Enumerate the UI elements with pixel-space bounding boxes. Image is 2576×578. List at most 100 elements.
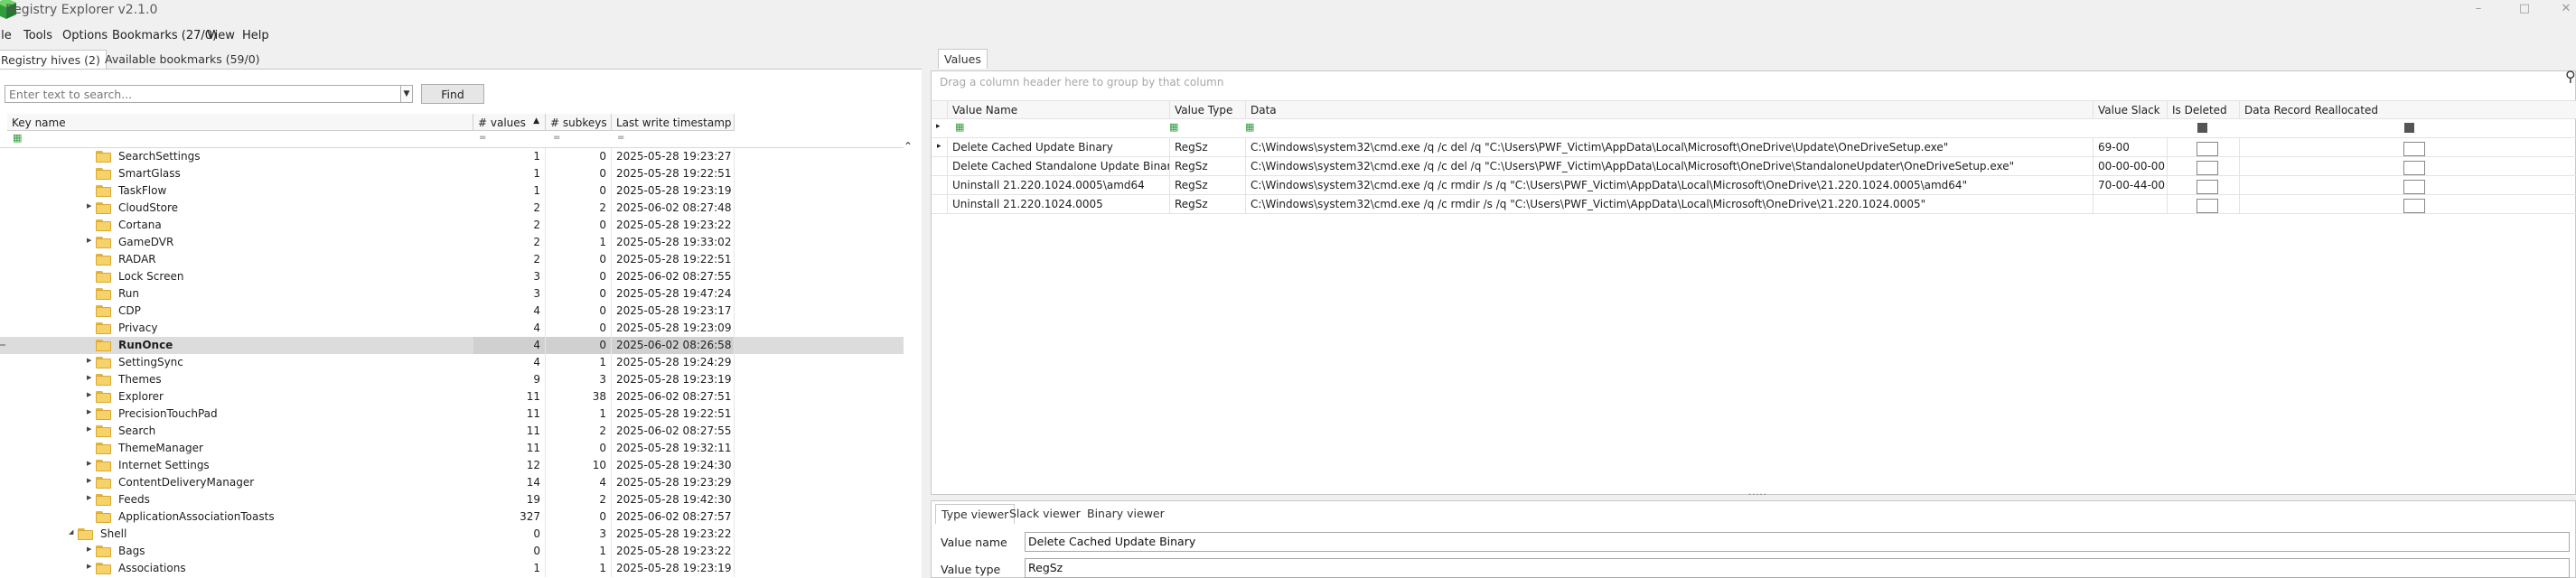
subkey-count: 0	[546, 440, 612, 457]
is-deleted-checkbox[interactable]	[2197, 180, 2218, 194]
row-indicator-header[interactable]	[932, 100, 948, 119]
tree-row[interactable]: ▶ Search 11 2 2025-06-02 08:27:55	[0, 423, 904, 440]
tree-row[interactable]: ▶ GameDVR 2 1 2025-05-28 19:33:02	[0, 234, 904, 251]
tree-row[interactable]: ▶ ContentDeliveryManager 14 4 2025-05-28 19:…	[0, 474, 904, 491]
menu-options[interactable]: Options	[62, 29, 108, 42]
expand-arrow-icon[interactable]: ▶	[87, 237, 91, 244]
row-indicator[interactable]	[932, 157, 948, 176]
expand-arrow-icon[interactable]: ▶	[87, 425, 91, 433]
expand-arrow-icon[interactable]: ▶	[87, 202, 91, 210]
column-header-subkeys[interactable]: # subkeys	[546, 114, 612, 131]
reallocated-checkbox[interactable]	[2403, 142, 2425, 156]
tree-row[interactable]: TaskFlow 1 0 2025-05-28 19:23:19	[0, 182, 904, 200]
filter-checkbox-is-deleted[interactable]	[2197, 123, 2207, 133]
tree-row[interactable]: RunOnce 4 0 2025-06-02 08:26:58	[0, 337, 904, 354]
row-indicator[interactable]	[932, 195, 948, 214]
is-deleted-checkbox[interactable]	[2197, 161, 2218, 175]
tree-row[interactable]: ▶ Feeds 19 2 2025-05-28 19:42:30	[0, 491, 904, 508]
reallocated-checkbox[interactable]	[2403, 180, 2425, 194]
tree-row[interactable]: ThemeManager 11 0 2025-05-28 19:32:11	[0, 440, 904, 457]
expand-arrow-icon[interactable]: ▶	[87, 563, 91, 570]
is-deleted-checkbox[interactable]	[2197, 142, 2218, 156]
expand-arrow-icon[interactable]: ▶	[87, 391, 91, 398]
menu-tools[interactable]: Tools	[23, 29, 52, 42]
tree-row[interactable]: Cortana 2 0 2025-05-28 19:23:22	[0, 217, 904, 234]
column-header-value-slack[interactable]: Value Slack	[2094, 100, 2168, 119]
expand-arrow-icon[interactable]: ▶	[87, 477, 91, 484]
values-row[interactable]: Uninstall 21.220.1024.0005\amd64 RegSz C:\…	[932, 176, 2576, 195]
expand-arrow-icon[interactable]: ▶	[87, 357, 91, 364]
expand-arrow-icon[interactable]: ▶	[87, 545, 91, 553]
value-type-field[interactable]: RegSz	[1025, 558, 2570, 578]
tree-row[interactable]: ApplicationAssociationToasts 327 0 2025-06-…	[0, 508, 904, 526]
values-row[interactable]: Uninstall 21.220.1024.0005 RegSz C:\Window…	[932, 195, 2576, 214]
value-name-field[interactable]: Delete Cached Update Binary	[1025, 532, 2570, 552]
tab-values[interactable]: Values	[938, 49, 988, 69]
menu-bookmarks[interactable]: Bookmarks (27/0)	[112, 29, 217, 42]
find-button[interactable]: Find	[421, 84, 484, 104]
column-header-last-write[interactable]: Last write timestamp	[612, 114, 735, 131]
value-count: 2	[473, 200, 546, 217]
row-indicator[interactable]	[932, 176, 948, 195]
tab-available-bookmarks[interactable]: Available bookmarks (59/0)	[99, 50, 266, 70]
tree-row[interactable]: ▶ Themes 9 3 2025-05-28 19:23:19	[0, 371, 904, 388]
column-header-value-name[interactable]: Value Name	[948, 100, 1170, 119]
tab-registry-hives[interactable]: Registry hives (2)	[0, 50, 107, 70]
column-header-key-name[interactable]: Key name	[7, 114, 473, 131]
chevron-down-icon[interactable]: ▼	[400, 85, 413, 103]
expand-arrow-icon[interactable]: ▶	[87, 374, 91, 381]
last-write-timestamp: 2025-05-28 19:47:24	[612, 285, 735, 303]
collapse-arrow-icon[interactable]: ◢	[69, 528, 73, 536]
column-header-values[interactable]: # values ▲	[473, 114, 546, 131]
tree-row[interactable]: ▶ Internet Settings 12 10 2025-05-28 19:24:3…	[0, 457, 904, 474]
menu-view[interactable]: View	[207, 29, 235, 42]
column-header-value-type[interactable]: Value Type	[1170, 100, 1246, 119]
tree-row[interactable]: Privacy 4 0 2025-05-28 19:23:09	[0, 320, 904, 337]
close-icon[interactable]: ✕	[2557, 2, 2575, 18]
expand-arrow-icon[interactable]: ▶	[87, 494, 91, 501]
folder-icon	[96, 237, 111, 248]
menu-file[interactable]: File	[0, 29, 12, 42]
tab-binary-viewer[interactable]: Binary viewer	[1082, 504, 1170, 524]
values-row[interactable]: Delete Cached Standalone Update Binary Re…	[932, 157, 2576, 176]
column-header-reallocated[interactable]: Data Record Reallocated	[2240, 100, 2576, 119]
tree-row[interactable]: ◢ Shell 0 3 2025-05-28 19:23:22	[0, 526, 904, 543]
collapse-up-icon[interactable]: ⌃	[904, 140, 913, 153]
tree-row[interactable]: ▶ Explorer 11 38 2025-06-02 08:27:51	[0, 388, 904, 406]
filter-row[interactable]: ▦ = = =	[0, 131, 904, 148]
tree-row[interactable]: Run 3 0 2025-05-28 19:47:24	[0, 285, 904, 303]
key-name: Bags	[118, 545, 145, 557]
expand-arrow-icon[interactable]: ▶	[87, 460, 91, 467]
tree-row[interactable]: Lock Screen 3 0 2025-06-02 08:27:55	[0, 268, 904, 285]
row-indicator[interactable]	[932, 138, 948, 157]
tree-row[interactable]: ▶ Bags 0 1 2025-05-28 19:23:22	[0, 543, 904, 560]
folder-icon	[96, 563, 111, 574]
menu-help[interactable]: Help	[242, 29, 269, 42]
title-bar: Registry Explorer v2.1.0 – □ ✕	[0, 0, 2576, 20]
tree-row[interactable]: RADAR 2 0 2025-05-28 19:22:51	[0, 251, 904, 268]
search-input[interactable]: Enter text to search...	[5, 85, 409, 103]
tree-row[interactable]: ▶ Associations 1 1 2025-05-28 19:23:19	[0, 560, 904, 577]
splitter-handle[interactable]: ·····	[1748, 490, 1767, 500]
tab-slack-viewer[interactable]: Slack viewer	[1004, 504, 1086, 524]
search-icon[interactable]: ⚲	[2565, 68, 2576, 85]
minimize-icon[interactable]: –	[2469, 2, 2487, 18]
tree-row[interactable]: ▶ SettingSync 4 1 2025-05-28 19:24:29	[0, 354, 904, 371]
reallocated-checkbox[interactable]	[2403, 199, 2425, 213]
tree-row[interactable]: ▶ CloudStore 2 2 2025-06-02 08:27:48	[0, 200, 904, 217]
maximize-icon[interactable]: □	[2515, 2, 2534, 18]
column-header-is-deleted[interactable]: Is Deleted	[2168, 100, 2240, 119]
tree-row[interactable]: CDP 4 0 2025-05-28 19:23:17	[0, 303, 904, 320]
values-filter-row[interactable]: ▸ ▦ ▦ ▦	[932, 119, 2576, 138]
is-deleted-checkbox[interactable]	[2197, 199, 2218, 213]
values-row[interactable]: ▸ Delete Cached Update Binary RegSz C:\Wind…	[932, 138, 2576, 157]
tree-row[interactable]: ▶ PrecisionTouchPad 11 1 2025-05-28 19:22:51	[0, 406, 904, 423]
reallocated-checkbox[interactable]	[2403, 161, 2425, 175]
tree-row[interactable]: SmartGlass 1 0 2025-05-28 19:22:51	[0, 165, 904, 182]
filter-icon: ▦	[13, 132, 23, 144]
key-name: CloudStore	[118, 201, 178, 214]
expand-arrow-icon[interactable]: ▶	[87, 408, 91, 415]
filter-checkbox-reallocated[interactable]	[2404, 123, 2414, 133]
tree-row[interactable]: SearchSettings 1 0 2025-05-28 19:23:27	[0, 148, 904, 165]
column-header-data[interactable]: Data	[1246, 100, 2094, 119]
